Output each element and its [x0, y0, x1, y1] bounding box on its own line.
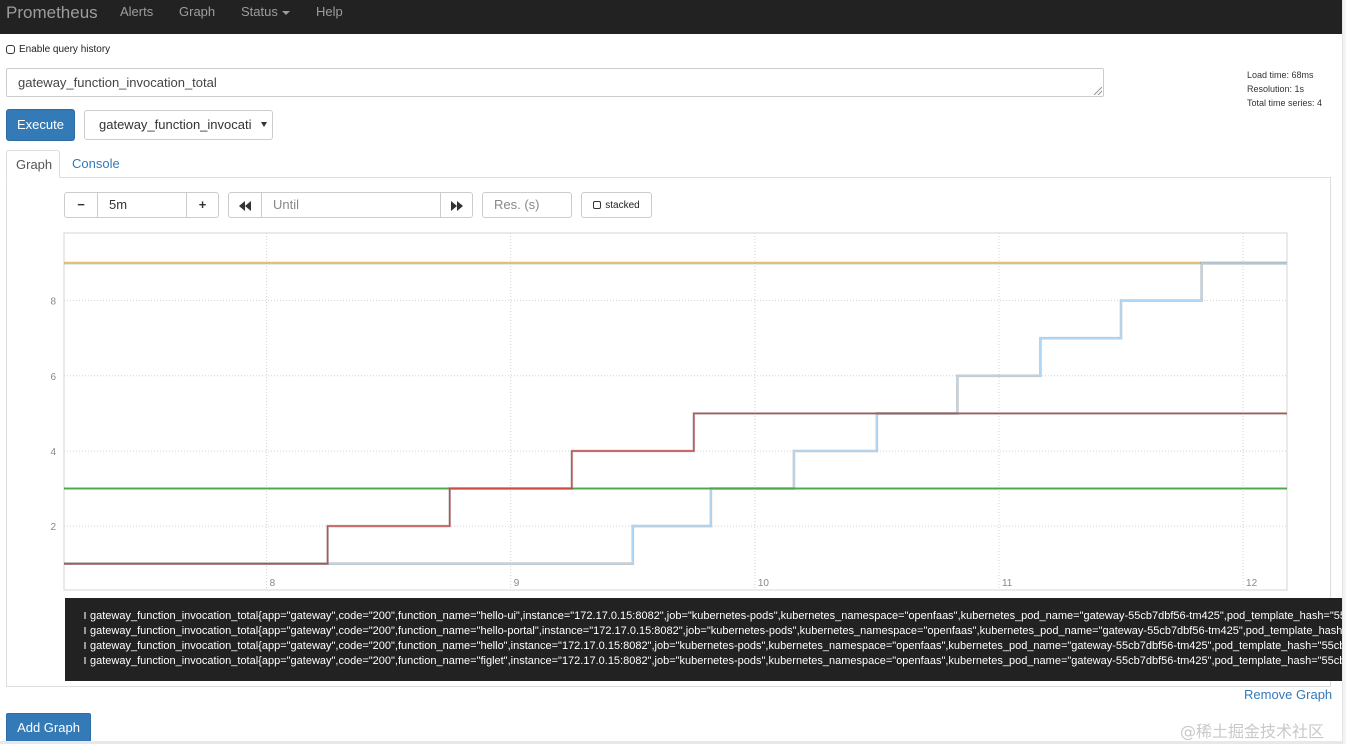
add-graph-button[interactable]: Add Graph	[6, 713, 91, 742]
legend-item[interactable]: gateway_function_invocation_total{app="g…	[65, 623, 1342, 638]
legend-swatch	[84, 657, 86, 664]
legend-swatch	[84, 627, 86, 634]
legend-item[interactable]: gateway_function_invocation_total{app="g…	[65, 608, 1342, 623]
y-tick-label: 2	[50, 522, 56, 533]
series-legend: gateway_function_invocation_total{app="g…	[65, 598, 1342, 681]
legend-label: gateway_function_invocation_total{app="g…	[90, 624, 1342, 637]
y-tick-label: 6	[50, 372, 56, 383]
x-tick-label: 10	[758, 578, 770, 589]
x-tick-label: 9	[514, 578, 520, 589]
legend-item[interactable]: gateway_function_invocation_total{app="g…	[65, 653, 1342, 668]
y-tick-label: 4	[50, 447, 56, 458]
legend-swatch	[84, 642, 86, 649]
watermark: @稀土掘金技术社区	[1180, 722, 1325, 741]
x-tick-label: 12	[1246, 578, 1258, 589]
x-tick-label: 8	[270, 578, 276, 589]
plot-area	[63, 232, 1288, 591]
legend-item[interactable]: gateway_function_invocation_total{app="g…	[65, 638, 1342, 653]
legend-label: gateway_function_invocation_total{app="g…	[90, 654, 1342, 667]
y-tick-label: 8	[50, 297, 56, 308]
legend-label: gateway_function_invocation_total{app="g…	[90, 609, 1342, 622]
x-tick-label: 11	[1002, 578, 1013, 589]
legend-swatch	[84, 612, 86, 619]
remove-graph-link[interactable]: Remove Graph	[1244, 687, 1332, 702]
tab-graph[interactable]: Graph	[6, 150, 60, 178]
legend-label: gateway_function_invocation_total{app="g…	[90, 639, 1342, 652]
